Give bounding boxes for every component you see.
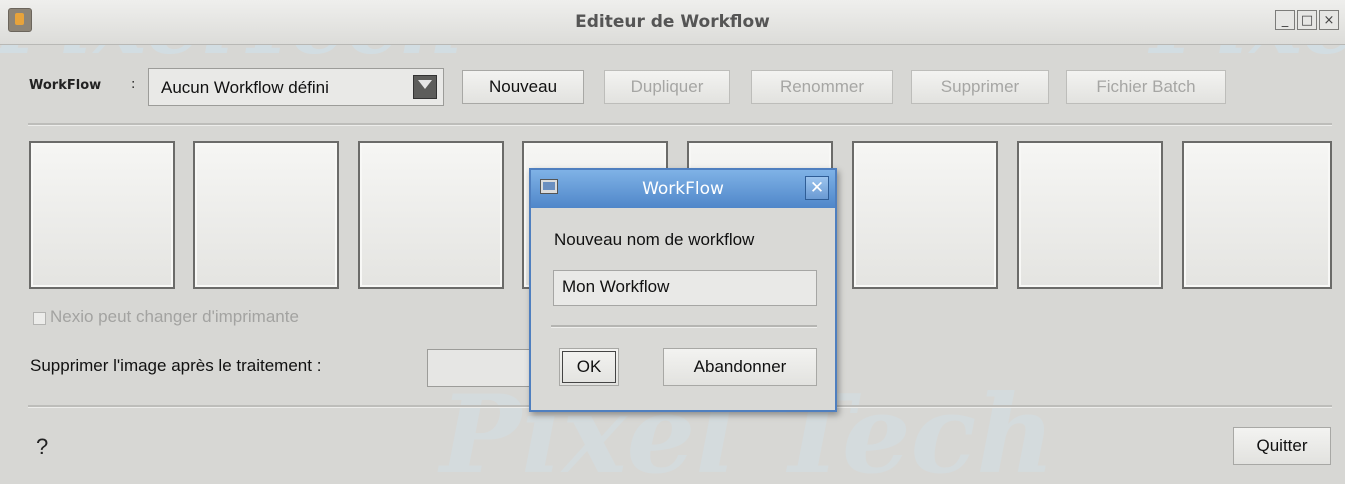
close-button[interactable]: ×	[1319, 10, 1339, 30]
batch-file-button[interactable]: Fichier Batch	[1066, 70, 1226, 104]
nexio-printer-checkbox[interactable]	[33, 312, 46, 325]
window-titlebar[interactable]: Editeur de Workflow _ □ ×	[0, 0, 1345, 45]
dialog-prompt: Nouveau nom de workflow	[554, 230, 755, 249]
window-title: Editeur de Workflow	[575, 12, 770, 32]
minimize-button[interactable]: _	[1275, 10, 1295, 30]
dialog-close-icon[interactable]: ✕	[805, 176, 829, 200]
cancel-button[interactable]: Abandonner	[663, 348, 817, 386]
dialog-title: WorkFlow	[642, 179, 724, 199]
delete-image-label: Supprimer l'image après le traitement :	[30, 356, 322, 375]
delete-button[interactable]: Supprimer	[911, 70, 1049, 104]
workflow-slot[interactable]	[1182, 141, 1332, 289]
workflow-slot[interactable]	[1017, 141, 1163, 289]
dialog-separator	[551, 325, 817, 328]
ok-button[interactable]: OK	[559, 348, 619, 386]
workflow-name-input[interactable]: Mon Workflow	[553, 270, 817, 306]
workflow-select-value: Aucun Workflow défini	[161, 78, 329, 97]
dropdown-arrow-icon[interactable]	[413, 75, 437, 99]
rename-workflow-dialog: WorkFlow ✕ Nouveau nom de workflow Mon W…	[529, 168, 837, 412]
workflow-label-colon: :	[131, 77, 136, 92]
workflow-slot[interactable]	[358, 141, 504, 289]
workflow-slot[interactable]	[193, 141, 339, 289]
nexio-printer-checkbox-label: Nexio peut changer d'imprimante	[50, 307, 299, 326]
maximize-button[interactable]: □	[1297, 10, 1317, 30]
workflow-slot[interactable]	[29, 141, 175, 289]
window-controls: _ □ ×	[1275, 10, 1339, 30]
quit-button[interactable]: Quitter	[1233, 427, 1331, 465]
workflow-slot[interactable]	[852, 141, 998, 289]
separator-top	[28, 123, 1332, 126]
workflow-select[interactable]: Aucun Workflow défini	[148, 68, 444, 106]
help-button[interactable]: ?	[36, 434, 48, 460]
rename-button[interactable]: Renommer	[751, 70, 893, 104]
new-workflow-button[interactable]: Nouveau	[462, 70, 584, 104]
workflow-label: WorkFlow	[29, 78, 102, 93]
workflow-editor-window: PixelTech Pixel Pixel Tech Editeur de Wo…	[0, 0, 1345, 498]
duplicate-button[interactable]: Dupliquer	[604, 70, 730, 104]
dialog-titlebar[interactable]: WorkFlow ✕	[531, 170, 835, 208]
delete-image-select[interactable]	[427, 349, 537, 387]
